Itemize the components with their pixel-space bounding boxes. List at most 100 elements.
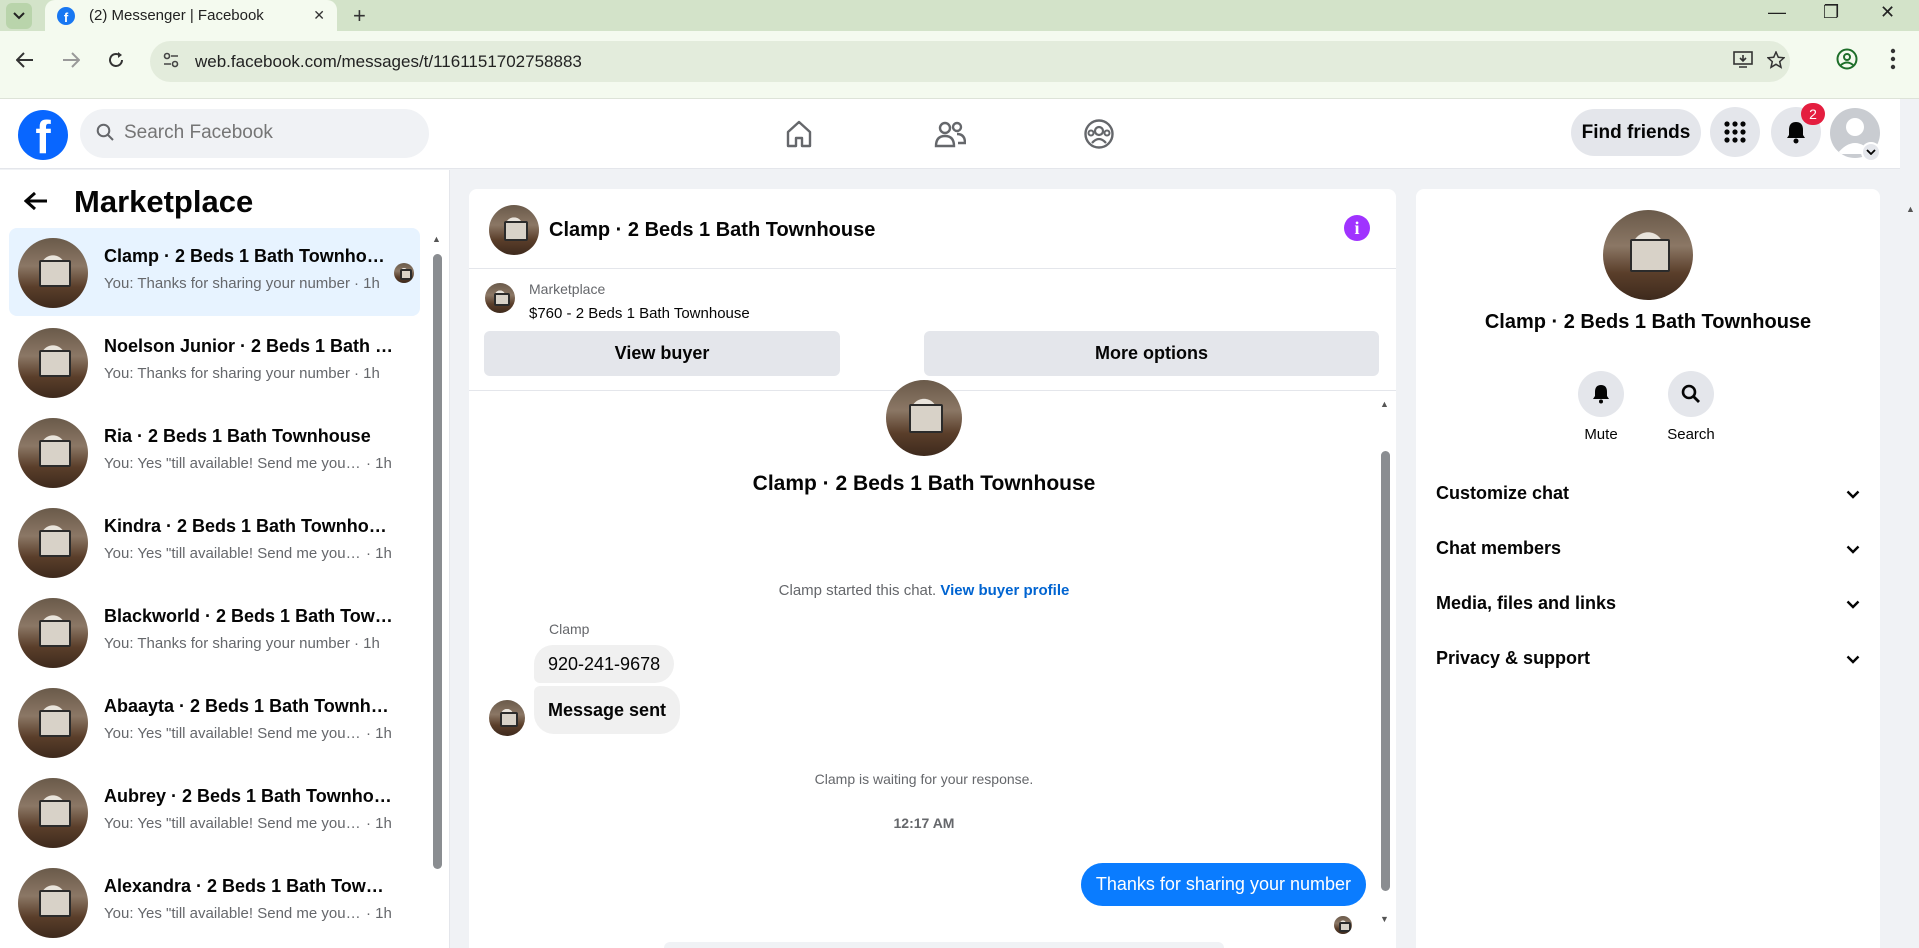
incoming-message[interactable]: Message sent <box>534 686 681 734</box>
intro-avatar <box>886 380 962 456</box>
close-window-button[interactable]: ✕ <box>1880 2 1895 23</box>
marketplace-label: Marketplace <box>529 281 606 297</box>
conversation-name: Alexandra · 2 Beds 1 Bath Townhouse <box>104 876 394 896</box>
conversation-item[interactable]: Blackworld · 2 Beds 1 Bath Townhouse You… <box>9 588 420 676</box>
conversation-name: Kindra · 2 Beds 1 Bath Townhouse <box>104 516 394 536</box>
customize-chat-section[interactable]: Customize chat <box>1436 472 1860 514</box>
chevron-down-icon <box>1846 483 1860 504</box>
address-bar[interactable]: web.facebook.com/messages/t/116115170275… <box>150 41 1790 82</box>
arrow-left-icon[interactable] <box>23 186 48 218</box>
facebook-logo[interactable]: f <box>18 110 68 160</box>
groups-icon[interactable] <box>1081 116 1117 152</box>
browser-toolbar: web.facebook.com/messages/t/116115170275… <box>0 31 1919 99</box>
tab-close-icon[interactable]: ✕ <box>313 7 325 24</box>
reload-icon[interactable] <box>107 51 125 75</box>
preview-text: You: Yes "till available! Send me your n… <box>104 545 362 562</box>
view-buyer-button[interactable]: View buyer <box>484 331 840 376</box>
search-action[interactable]: Search <box>1651 371 1731 443</box>
chat-title[interactable]: Clamp · 2 Beds 1 Bath Townhouse <box>549 219 875 242</box>
chat-avatar[interactable] <box>489 205 539 255</box>
conversation-item[interactable]: Aubrey · 2 Beds 1 Bath Townhouse You: Ye… <box>9 768 420 856</box>
conversation-preview: You: Yes "till available! Send me your n… <box>104 545 394 562</box>
preview-text: You: Yes "till available! Send me your n… <box>104 905 362 922</box>
intro-name: Clamp · 2 Beds 1 Bath Townhouse <box>752 472 1096 495</box>
view-buyer-profile-link[interactable]: View buyer profile <box>940 582 1069 599</box>
chat-members-section[interactable]: Chat members <box>1436 527 1860 569</box>
more-options-button[interactable]: More options <box>924 331 1379 376</box>
search-input[interactable] <box>124 121 404 145</box>
section-label: Privacy & support <box>1436 647 1591 668</box>
minimize-button[interactable]: — <box>1768 2 1786 23</box>
chat-header: Clamp · 2 Beds 1 Bath Townhouse i <box>469 189 1396 269</box>
scrollbar-thumb[interactable] <box>1381 451 1390 891</box>
thread-scrollbar[interactable]: ▲ ▼ <box>1379 391 1391 948</box>
marketplace-listing-strip: Marketplace $760 - 2 Beds 1 Bath Townhou… <box>469 269 1396 391</box>
conversation-item[interactable]: Ria · 2 Beds 1 Bath Townhouse You: Yes "… <box>9 408 420 496</box>
chat-started-text: Clamp started this chat. <box>778 582 937 599</box>
media-files-links-section[interactable]: Media, files and links <box>1436 582 1860 624</box>
profile-picture[interactable] <box>1603 210 1693 300</box>
page-scroll-up-arrow[interactable]: ▲ <box>1906 204 1915 214</box>
preview-time: · 1h <box>353 275 380 292</box>
chat-panel: Clamp · 2 Beds 1 Bath Townhouse i Market… <box>469 189 1396 948</box>
sidebar-scrollbar[interactable]: ▲ <box>432 234 442 934</box>
scroll-down-arrow[interactable]: ▼ <box>1380 914 1389 924</box>
grid-menu-icon[interactable] <box>1710 107 1760 157</box>
conversation-item[interactable]: Noelson Junior · 2 Beds 1 Bath Townhouse… <box>9 318 420 406</box>
conversation-item[interactable]: Kindra · 2 Beds 1 Bath Townhouse You: Ye… <box>9 498 420 586</box>
search-box[interactable] <box>80 109 429 158</box>
find-friends-button[interactable]: Find friends <box>1571 109 1701 156</box>
preview-time: · 1h <box>366 905 392 922</box>
message-timestamp: 12:17 AM <box>893 815 955 831</box>
listing-title[interactable]: $760 - 2 Beds 1 Bath Townhouse <box>529 305 750 322</box>
bell-icon[interactable] <box>1578 371 1624 417</box>
chevron-down-icon <box>1846 648 1860 669</box>
url-text: web.facebook.com/messages/t/116115170275… <box>195 52 582 71</box>
preview-text: You: Yes "till available! Send me your n… <box>104 455 362 472</box>
mute-action[interactable]: Mute <box>1561 371 1641 443</box>
chevron-down-icon[interactable] <box>1861 142 1881 162</box>
friends-icon[interactable] <box>932 116 968 152</box>
sidebar-title: Marketplace <box>74 184 254 219</box>
conversation-item[interactable]: Clamp · 2 Beds 1 Bath Townhouse You: Tha… <box>9 228 420 316</box>
preview-time: · 1h <box>366 455 392 472</box>
incoming-message[interactable]: 920-241-9678 <box>534 645 675 683</box>
maximize-button[interactable]: ❐ <box>1823 2 1839 23</box>
sender-avatar[interactable] <box>489 700 525 736</box>
home-icon[interactable] <box>781 116 817 152</box>
new-tab-button[interactable]: + <box>353 3 366 29</box>
section-label: Chat members <box>1436 537 1562 558</box>
conversation-name: Abaayta · 2 Beds 1 Bath Townhouse <box>104 696 394 716</box>
privacy-support-section[interactable]: Privacy & support <box>1436 637 1860 679</box>
scrollbar-thumb[interactable] <box>433 254 442 869</box>
conversation-name: Noelson Junior · 2 Beds 1 Bath Townhouse <box>104 336 394 356</box>
site-info-icon[interactable] <box>162 51 180 74</box>
listing-thumbnail[interactable] <box>485 283 515 313</box>
scroll-up-arrow[interactable]: ▲ <box>1380 399 1389 409</box>
outgoing-message[interactable]: Thanks for sharing your number <box>1080 863 1366 906</box>
install-icon[interactable] <box>1733 51 1753 74</box>
preview-time: · 1h <box>366 815 392 832</box>
chat-started-notice: Clamp started this chat. View buyer prof… <box>469 582 1379 599</box>
search-icon[interactable] <box>1668 371 1714 417</box>
star-icon[interactable] <box>1766 50 1786 74</box>
preview-time: · 1h <box>353 635 380 652</box>
search-label: Search <box>1667 426 1715 443</box>
browser-tab[interactable]: f (2) Messenger | Facebook ✕ <box>45 0 337 31</box>
message-composer[interactable] <box>664 942 1224 948</box>
preview-text: You: Yes "till available! Send me your n… <box>104 725 362 742</box>
forward-icon[interactable] <box>62 51 81 74</box>
kebab-menu-icon[interactable] <box>1890 48 1896 76</box>
conversation-name: Aubrey · 2 Beds 1 Bath Townhouse <box>104 786 394 806</box>
account-icon[interactable] <box>1836 48 1858 76</box>
back-icon[interactable] <box>15 51 34 74</box>
scroll-up-arrow[interactable]: ▲ <box>432 234 441 244</box>
conversation-preview: You: Thanks for sharing your number · 1h <box>104 275 394 292</box>
info-icon[interactable]: i <box>1344 215 1370 241</box>
conversation-item[interactable]: Alexandra · 2 Beds 1 Bath Townhouse You:… <box>9 858 420 946</box>
tab-list-icon[interactable] <box>6 3 32 29</box>
preview-text: You: Yes "till available! Send me your n… <box>104 815 362 832</box>
preview-time: · 1h <box>366 545 392 562</box>
conversation-item[interactable]: Abaayta · 2 Beds 1 Bath Townhouse You: Y… <box>9 678 420 766</box>
seen-avatar <box>394 263 414 283</box>
